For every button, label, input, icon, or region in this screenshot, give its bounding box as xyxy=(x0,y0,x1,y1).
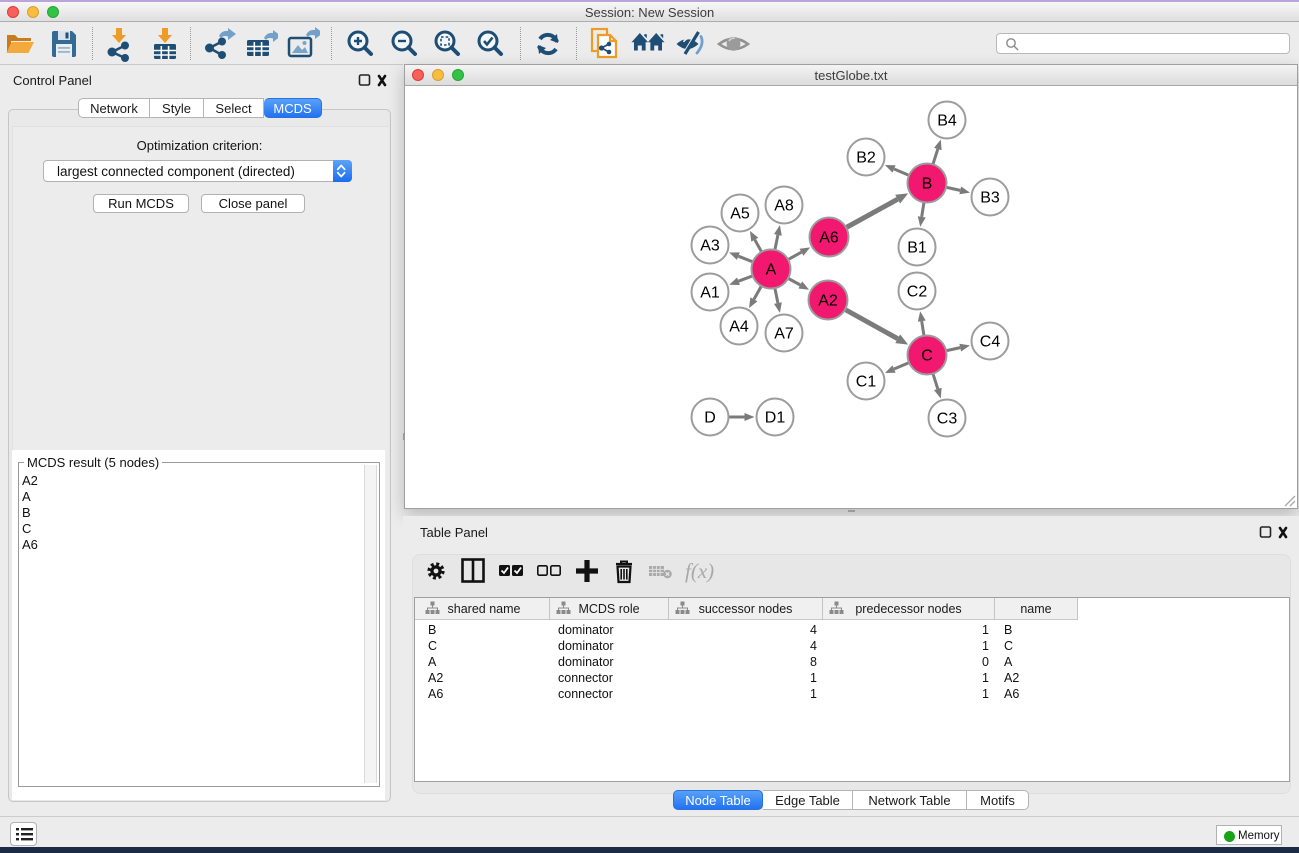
svg-text:A: A xyxy=(766,262,777,279)
svg-text:C3: C3 xyxy=(937,411,958,428)
svg-text:A3: A3 xyxy=(700,238,720,255)
svg-text:A4: A4 xyxy=(729,319,749,336)
svg-text:D: D xyxy=(704,410,716,427)
svg-text:B4: B4 xyxy=(937,113,957,130)
svg-text:f(x): f(x) xyxy=(685,559,714,583)
svg-text:B: B xyxy=(922,176,933,193)
svg-text:D1: D1 xyxy=(765,410,786,427)
svg-text:A6: A6 xyxy=(819,230,839,247)
svg-text:B3: B3 xyxy=(980,190,1000,207)
svg-text:C4: C4 xyxy=(980,334,1001,351)
svg-text:C2: C2 xyxy=(907,284,928,301)
svg-text:A1: A1 xyxy=(700,285,720,302)
svg-text:A7: A7 xyxy=(774,326,794,343)
svg-text:C1: C1 xyxy=(856,374,877,391)
svg-text:A2: A2 xyxy=(818,293,838,310)
svg-text:B1: B1 xyxy=(907,240,927,257)
svg-text:A5: A5 xyxy=(730,206,750,223)
svg-text:A8: A8 xyxy=(774,198,794,215)
svg-text:B2: B2 xyxy=(856,150,876,167)
svg-text:C: C xyxy=(921,348,933,365)
